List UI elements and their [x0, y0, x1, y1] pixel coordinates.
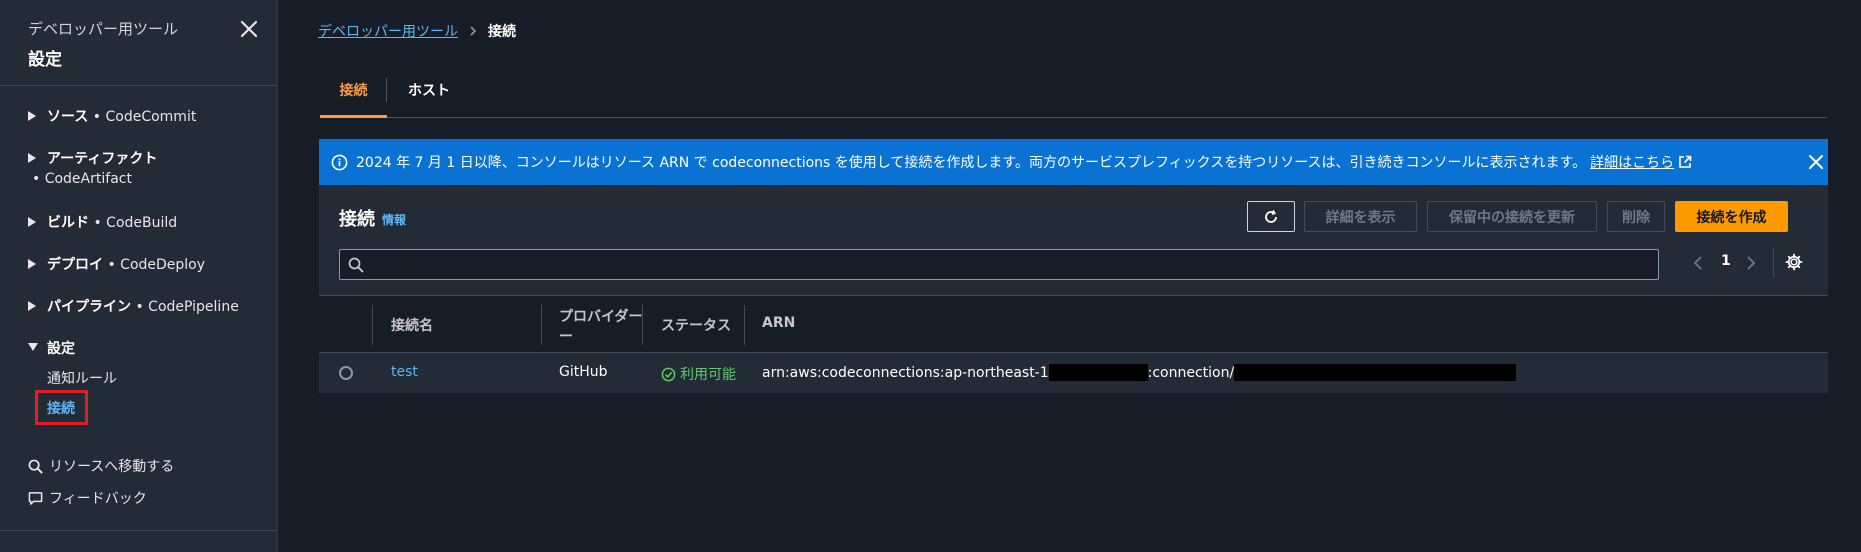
caret-right-icon — [28, 111, 36, 121]
arn-prefix: arn:aws:codeconnections:ap-northeast-1 — [762, 365, 1049, 381]
sidebar-item-service: CodeBuild — [106, 215, 178, 231]
column-header-arn[interactable]: ARN — [762, 315, 795, 331]
connections-table-panel: 接続 情報 詳細を表示 保留中の接続を更新 削除 接続を作成 1 接続名 プロバ… — [319, 185, 1828, 393]
sidebar-item-service: CodePipeline — [148, 299, 239, 315]
sidebar-item-service: CodeCommit — [105, 109, 197, 125]
caret-down-icon — [28, 343, 38, 351]
arn-cell: arn:aws:codeconnections:ap-northeast-1 :c… — [762, 364, 1517, 381]
sidebar-item-label: ソース — [47, 109, 89, 125]
sidebar-item-label: パイプライン — [47, 299, 131, 315]
sidebar-item-service: CodeDeploy — [120, 257, 206, 273]
tab-bar: 接続 ホスト — [320, 70, 1827, 118]
sidebar: デベロッパー用ツール 設定 ソース • CodeCommit アーティファクト … — [0, 0, 278, 552]
chevron-right-icon — [470, 26, 477, 36]
sidebar-item-label: ビルド — [47, 215, 89, 231]
sidebar-item-source[interactable]: ソース • CodeCommit — [28, 106, 196, 126]
dismiss-icon[interactable] — [1808, 154, 1824, 170]
external-link-icon — [1679, 155, 1692, 168]
column-divider — [541, 305, 542, 345]
info-flashbar: 2024 年 7 月 1 日以降、コンソールはリソース ARN で codeco… — [319, 139, 1828, 185]
column-header-provider[interactable]: プロバイダー — [559, 306, 642, 326]
sidebar-item-sep: • — [103, 257, 121, 273]
connection-name-link[interactable]: test — [391, 364, 418, 380]
caret-right-icon — [28, 153, 36, 163]
sidebar-divider — [0, 85, 278, 86]
feedback-icon — [28, 491, 43, 505]
sidebar-item-label: デプロイ — [47, 257, 103, 273]
chevron-right-icon[interactable] — [1744, 254, 1758, 272]
flash-message: 2024 年 7 月 1 日以降、コンソールはリソース ARN で codeco… — [356, 155, 1587, 171]
column-divider — [642, 305, 643, 345]
update-pending-button[interactable]: 保留中の接続を更新 — [1427, 201, 1597, 232]
sidebar-item-label: 設定 — [47, 341, 75, 357]
tab-hosts[interactable]: ホスト — [387, 70, 471, 117]
learn-more-link[interactable]: 詳細はこちら — [1590, 152, 1692, 172]
provider-cell: GitHub — [559, 364, 608, 380]
sidebar-item-settings[interactable]: 設定 — [28, 338, 75, 358]
table-header: 接続名 プロバイダー ー ステータス ARN — [319, 295, 1828, 353]
breadcrumb-parent-link[interactable]: デベロッパー用ツール — [318, 21, 458, 41]
search-input[interactable] — [370, 250, 1650, 279]
sidebar-item-sep: • — [89, 215, 107, 231]
pager-divider — [1773, 248, 1774, 278]
column-header-provider-wrap: ー — [559, 329, 573, 345]
delete-button[interactable]: 削除 — [1607, 201, 1665, 232]
go-to-resource-label: リソースへ移動する — [49, 459, 175, 475]
sidebar-item-sep: • — [131, 299, 149, 315]
sidebar-item-label: アーティファクト — [47, 151, 158, 167]
main-content: デベロッパー用ツール 接続 接続 ホスト 2024 年 7 月 1 日以降、コン… — [278, 0, 1861, 552]
row-select-radio[interactable] — [339, 366, 353, 380]
sidebar-item-pipeline[interactable]: パイプライン • CodePipeline — [28, 296, 239, 316]
breadcrumb: デベロッパー用ツール 接続 — [318, 21, 516, 41]
redacted-block — [1234, 364, 1517, 381]
gear-icon[interactable] — [1785, 253, 1803, 271]
status-cell: 利用可能 — [661, 364, 736, 384]
sidebar-subtitle: デベロッパー用ツール — [28, 20, 179, 38]
info-link[interactable]: 情報 — [382, 211, 406, 228]
column-header-status[interactable]: ステータス — [661, 315, 731, 335]
sidebar-divider — [0, 530, 278, 531]
info-icon — [331, 154, 348, 170]
page-number[interactable]: 1 — [1721, 253, 1731, 269]
arn-mid: :connection/ — [1147, 365, 1235, 381]
sidebar-item-notification-rules[interactable]: 通知ルール — [47, 368, 117, 388]
sidebar-item-deploy[interactable]: デプロイ • CodeDeploy — [28, 254, 205, 274]
table-row: test GitHub 利用可能 arn:aws:codeconnections… — [319, 353, 1828, 393]
search-box — [339, 249, 1659, 280]
redacted-block — [1048, 364, 1148, 381]
feedback-label: フィードバック — [49, 491, 147, 507]
highlight-box — [35, 390, 88, 425]
status-label: 利用可能 — [680, 367, 736, 383]
refresh-icon — [1265, 209, 1277, 223]
view-details-button[interactable]: 詳細を表示 — [1304, 201, 1417, 232]
sidebar-item-sep: • — [88, 109, 106, 125]
chevron-left-icon[interactable] — [1691, 254, 1705, 272]
caret-right-icon — [28, 217, 36, 227]
sidebar-item-build[interactable]: ビルド • CodeBuild — [28, 212, 177, 232]
tab-connections[interactable]: 接続 — [320, 70, 387, 118]
close-icon[interactable] — [238, 18, 260, 40]
sidebar-header: デベロッパー用ツール 設定 — [28, 18, 178, 70]
search-icon — [28, 459, 43, 474]
caret-right-icon — [28, 301, 36, 311]
search-icon — [348, 257, 364, 273]
column-divider — [372, 305, 373, 345]
column-divider — [744, 305, 745, 345]
panel-title: 接続 — [339, 209, 375, 230]
feedback-link[interactable]: フィードバック — [28, 488, 147, 508]
check-circle-icon — [661, 367, 676, 381]
column-header-name[interactable]: 接続名 — [391, 315, 433, 335]
sidebar-item-artifact[interactable]: アーティファクト — [28, 148, 157, 168]
caret-right-icon — [28, 259, 36, 269]
sidebar-item-service: • CodeArtifact — [32, 171, 132, 187]
create-connection-button[interactable]: 接続を作成 — [1675, 201, 1788, 232]
learn-more-label: 詳細はこちら — [1590, 155, 1675, 171]
go-to-resource-link[interactable]: リソースへ移動する — [28, 456, 174, 476]
refresh-button[interactable] — [1247, 201, 1295, 232]
breadcrumb-current: 接続 — [488, 24, 516, 40]
sidebar-title: 設定 — [28, 50, 62, 70]
